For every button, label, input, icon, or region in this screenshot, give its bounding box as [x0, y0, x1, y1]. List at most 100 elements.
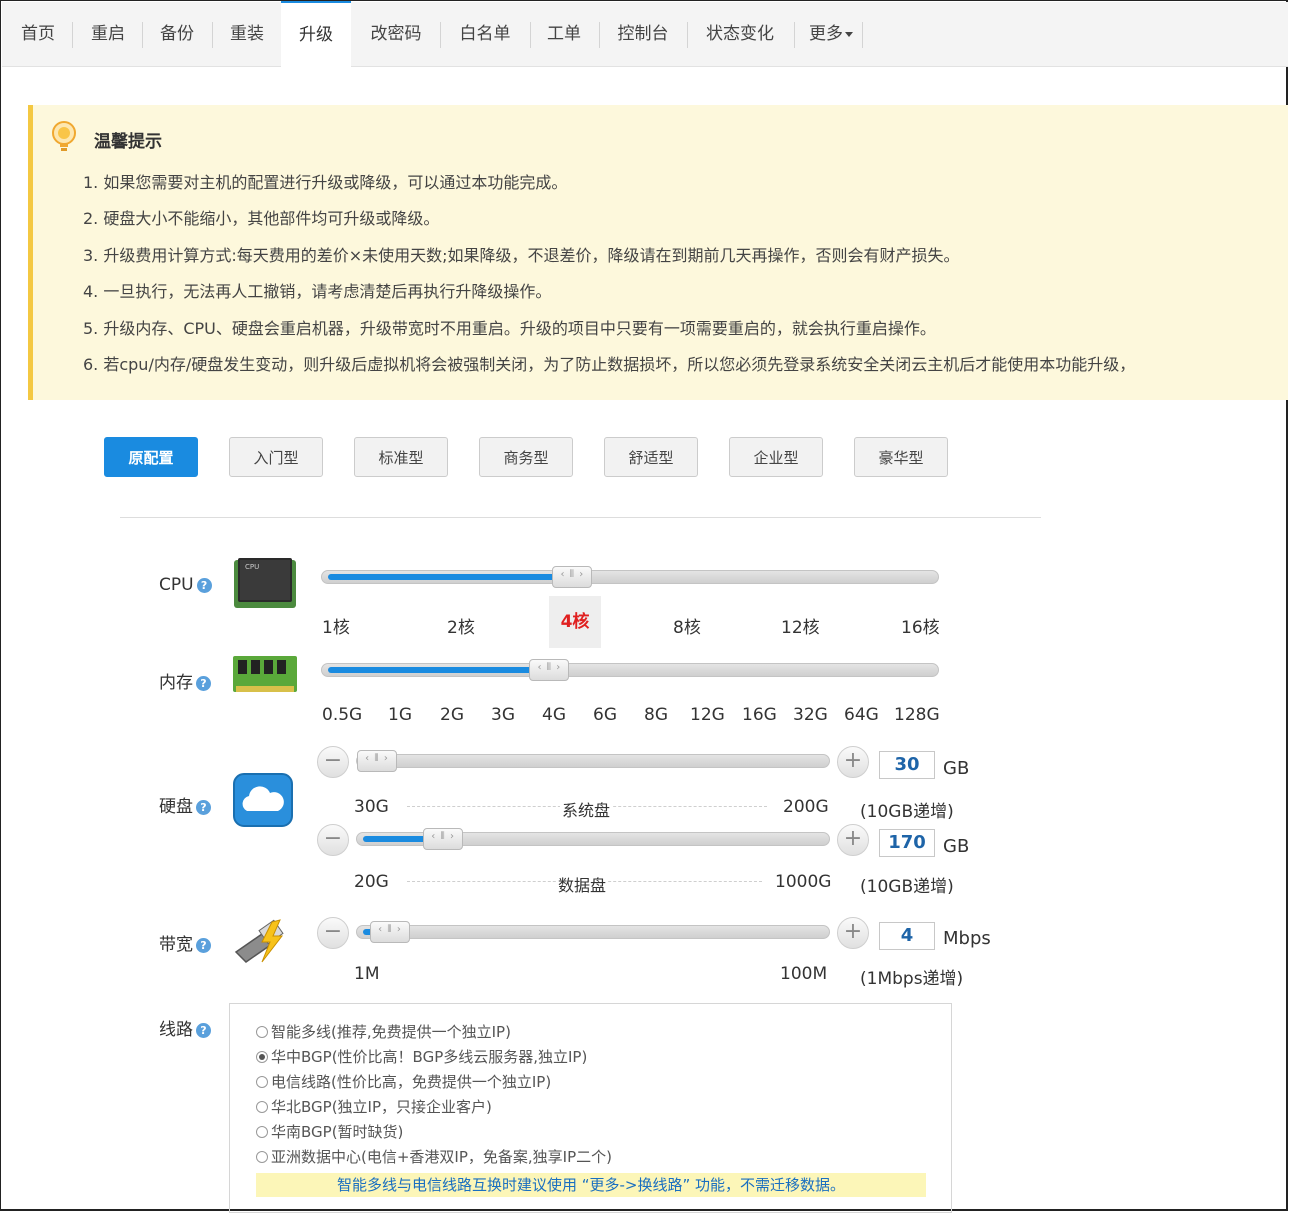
- svg-text:CPU: CPU: [245, 563, 259, 571]
- route-option-label: 华中BGP(性价比高！BGP多线云服务器,独立IP): [271, 1048, 588, 1066]
- data-disk-value-input[interactable]: 170: [879, 829, 935, 857]
- tab-ticket[interactable]: 工单: [536, 2, 592, 66]
- system-disk-slider[interactable]: [356, 750, 830, 772]
- preset-original-button[interactable]: 原配置: [104, 437, 198, 477]
- memory-tick[interactable]: 4G: [542, 705, 566, 725]
- nav-separator: [440, 22, 441, 48]
- route-option-south-bgp[interactable]: 华南BGP(暂时缺货): [256, 1121, 403, 1142]
- cpu-chip-icon: CPU: [234, 558, 296, 608]
- preset-luxury-button[interactable]: 豪华型: [854, 437, 948, 477]
- preset-standard-button[interactable]: 标准型: [354, 437, 448, 477]
- system-disk-step: (10GB递增): [860, 802, 954, 822]
- cpu-slider-fill: [328, 574, 565, 580]
- route-note: 智能多线与电信线路互换时建议使用 “更多->换线路” 功能，不需迁移数据。: [256, 1173, 926, 1197]
- preset-comfort-button[interactable]: 舒适型: [604, 437, 698, 477]
- bandwidth-slider[interactable]: [356, 921, 830, 943]
- bandwidth-minus-button[interactable]: −: [317, 917, 349, 949]
- cpu-slider-handle[interactable]: [552, 566, 593, 588]
- tip-item-4: 4. 一旦执行，无法再人工撤销，请考虑清楚后再执行升降级操作。: [83, 282, 552, 301]
- tab-reinstall[interactable]: 重装: [218, 2, 276, 66]
- bandwidth-label: 带宽?: [159, 930, 211, 955]
- memory-stick-icon: [233, 656, 297, 692]
- memory-tick[interactable]: 64G: [844, 705, 879, 725]
- tip-item-3: 3. 升级费用计算方式:每天费用的差价×未使用天数;如果降级，不退差价，降级请在…: [83, 246, 960, 265]
- data-disk-minus-button[interactable]: −: [317, 824, 349, 856]
- memory-slider-fill: [328, 667, 542, 673]
- cpu-slider[interactable]: [321, 566, 939, 588]
- nav-separator: [687, 22, 688, 48]
- radio-icon: [256, 1026, 268, 1038]
- cpu-label-text: CPU: [159, 575, 194, 595]
- cpu-tick[interactable]: 12核: [781, 613, 820, 638]
- radio-icon: [256, 1151, 268, 1163]
- memory-tick[interactable]: 128G: [894, 705, 940, 725]
- bandwidth-value-input[interactable]: 4: [879, 922, 935, 950]
- system-disk-plus-button[interactable]: +: [837, 746, 869, 778]
- system-disk-slider-handle[interactable]: [357, 750, 397, 772]
- memory-tick[interactable]: 12G: [690, 705, 725, 725]
- cpu-label: CPU?: [159, 575, 212, 595]
- route-option-asia-datacenter[interactable]: 亚洲数据中心(电信+香港双IP，免备案,独享IP二个): [256, 1146, 612, 1167]
- disk-label-text: 硬盘: [159, 797, 193, 817]
- bandwidth-label-text: 带宽: [159, 935, 193, 955]
- memory-tick[interactable]: 8G: [644, 705, 668, 725]
- tip-title: 温馨提示: [94, 132, 162, 152]
- tab-upgrade[interactable]: 升级: [281, 1, 351, 67]
- system-disk-max: 200G: [783, 797, 829, 817]
- route-option-telecom[interactable]: 电信线路(性价比高，免费提供一个独立IP): [256, 1071, 551, 1092]
- nav-separator: [212, 22, 213, 48]
- network-cable-icon: [234, 919, 284, 963]
- route-option-north-bgp[interactable]: 华北BGP(独立IP，只接企业客户): [256, 1096, 492, 1117]
- tab-more[interactable]: 更多: [800, 2, 862, 66]
- chevron-down-icon: [845, 31, 853, 37]
- data-disk-plus-button[interactable]: +: [837, 824, 869, 856]
- tab-change-password[interactable]: 改密码: [358, 2, 434, 66]
- data-disk-slider-handle[interactable]: [423, 828, 464, 850]
- tab-backup[interactable]: 备份: [148, 2, 206, 66]
- memory-slider-handle[interactable]: [529, 659, 570, 681]
- cpu-tick[interactable]: 2核: [447, 613, 475, 638]
- preset-enterprise-button[interactable]: 企业型: [729, 437, 823, 477]
- cpu-tick[interactable]: 8核: [673, 613, 701, 638]
- preset-entry-button[interactable]: 入门型: [229, 437, 323, 477]
- tab-restart[interactable]: 重启: [78, 2, 138, 66]
- help-icon[interactable]: ?: [196, 1022, 211, 1038]
- route-option-smart-multiline[interactable]: 智能多线(推荐,免费提供一个独立IP): [256, 1021, 511, 1042]
- radio-icon: [256, 1126, 268, 1138]
- preset-business-button[interactable]: 商务型: [479, 437, 573, 477]
- help-icon[interactable]: ?: [196, 937, 211, 953]
- bandwidth-plus-button[interactable]: +: [837, 917, 869, 949]
- tab-status-change[interactable]: 状态变化: [693, 2, 787, 66]
- memory-tick[interactable]: 32G: [793, 705, 828, 725]
- nav-separator: [794, 22, 795, 48]
- memory-tick[interactable]: 1G: [388, 705, 412, 725]
- memory-tick[interactable]: 6G: [593, 705, 617, 725]
- tab-whitelist[interactable]: 白名单: [446, 2, 524, 66]
- cpu-tick[interactable]: 1核: [322, 613, 350, 638]
- data-disk-slider[interactable]: [356, 828, 830, 850]
- tab-home[interactable]: 首页: [10, 2, 66, 66]
- route-option-central-bgp[interactable]: 华中BGP(性价比高！BGP多线云服务器,独立IP): [256, 1046, 587, 1067]
- memory-tick[interactable]: 16G: [742, 705, 777, 725]
- memory-label: 内存?: [159, 668, 211, 693]
- tab-more-label: 更多: [809, 24, 843, 44]
- memory-tick[interactable]: 0.5G: [322, 705, 362, 725]
- tip-box: 温馨提示 1. 如果您需要对主机的配置进行升级或降级，可以通过本功能完成。 2.…: [28, 105, 1288, 400]
- bandwidth-step: (1Mbps递增): [860, 969, 964, 989]
- cpu-tick-selected[interactable]: 4核: [549, 596, 601, 648]
- help-icon[interactable]: ?: [196, 675, 211, 691]
- section-divider: [120, 517, 1041, 518]
- help-icon[interactable]: ?: [196, 799, 211, 815]
- tip-item-1: 1. 如果您需要对主机的配置进行升级或降级，可以通过本功能完成。: [83, 173, 568, 192]
- help-icon[interactable]: ?: [196, 577, 212, 593]
- memory-slider[interactable]: [321, 659, 939, 681]
- nav-separator: [599, 22, 600, 48]
- memory-tick[interactable]: 3G: [491, 705, 515, 725]
- cpu-tick[interactable]: 16核: [901, 613, 940, 638]
- system-disk-minus-button[interactable]: −: [317, 746, 349, 778]
- memory-tick[interactable]: 2G: [440, 705, 464, 725]
- data-disk-step: (10GB递增): [860, 877, 954, 897]
- tab-console[interactable]: 控制台: [605, 2, 681, 66]
- bandwidth-slider-handle[interactable]: [369, 921, 410, 943]
- system-disk-value-input[interactable]: 30: [879, 751, 935, 779]
